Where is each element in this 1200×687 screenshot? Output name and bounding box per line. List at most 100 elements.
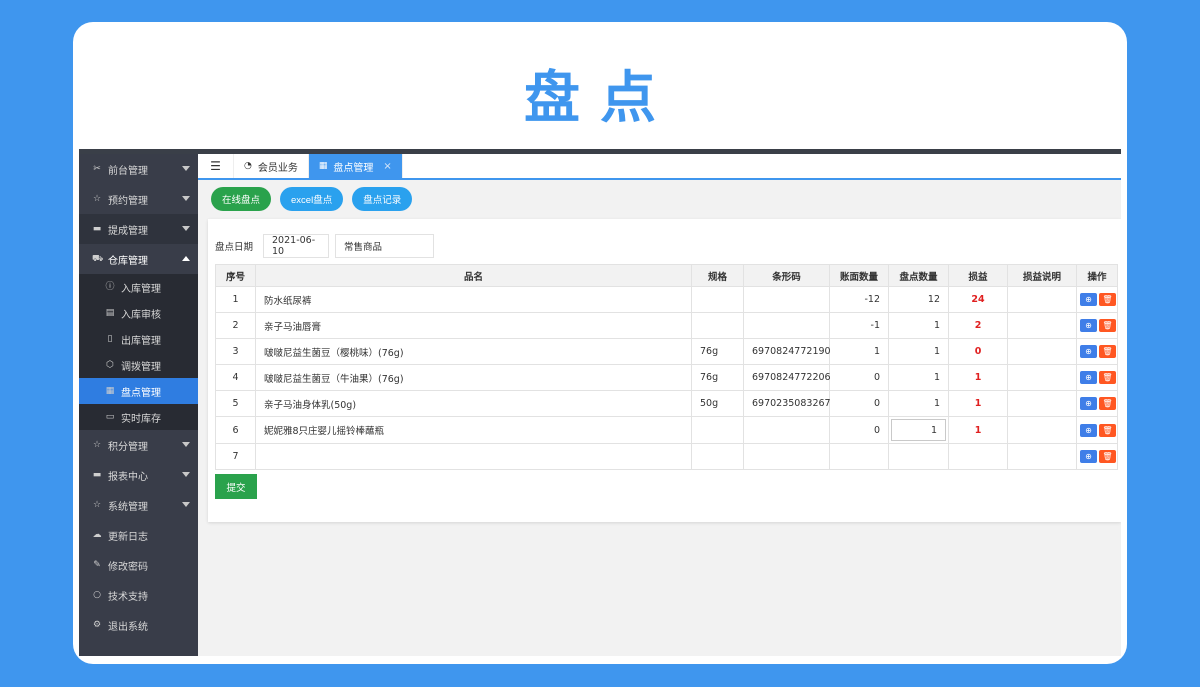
cell-count-qty[interactable]: 1: [888, 364, 949, 391]
add-row-icon[interactable]: ⊕: [1080, 319, 1097, 332]
document-icon: ▯: [107, 334, 113, 344]
add-row-icon[interactable]: ⊕: [1080, 423, 1097, 437]
cell-note[interactable]: [1007, 286, 1077, 313]
trash-icon[interactable]: 🗑: [1099, 450, 1116, 463]
cell-note[interactable]: [1007, 312, 1077, 339]
column-header: 损益: [948, 264, 1008, 287]
table-row: 5 亲子马油身体乳(50g) 50g 6970235083267 0 1 1 ⊕…: [215, 390, 1118, 417]
trash-icon[interactable]: 🗑: [1099, 319, 1116, 332]
sidebar-item-warehouse[interactable]: ⛟ 仓库管理: [79, 244, 198, 274]
cell-ops: ⊕ 🗑: [1076, 338, 1118, 365]
cell-diff: 1: [948, 416, 1008, 444]
cell-count-qty[interactable]: [888, 443, 949, 470]
online-count-button[interactable]: 在线盘点: [211, 187, 272, 211]
chevron-down-icon: [182, 226, 190, 231]
add-row-icon[interactable]: ⊕: [1080, 397, 1097, 410]
close-icon[interactable]: ×: [383, 161, 391, 172]
sidebar-item-changelog[interactable]: ☁ 更新日志: [79, 520, 198, 550]
chevron-down-icon: [182, 166, 190, 171]
add-row-icon[interactable]: ⊕: [1080, 450, 1097, 463]
sidebar-item-label: 出库管理: [121, 335, 161, 347]
excel-count-button[interactable]: excel盘点: [280, 187, 344, 211]
add-row-icon[interactable]: ⊕: [1080, 345, 1097, 358]
cell-ops: ⊕ 🗑: [1076, 390, 1118, 417]
trash-icon[interactable]: 🗑: [1099, 423, 1116, 437]
showcase-card: 盘点 ✂ 前台管理 ☆ 预约管理 ▬ 提成管理 ⛟ 仓库管理 ⓘ 入库管理 ▤ …: [73, 22, 1127, 664]
sidebar-item-label: 技术支持: [108, 591, 148, 603]
submit-button[interactable]: 提交: [215, 474, 257, 499]
cell-no: 7: [215, 443, 256, 470]
cell-count-qty[interactable]: 1: [888, 338, 949, 365]
trash-icon[interactable]: 🗑: [1099, 293, 1116, 306]
tab-member-business[interactable]: ◔ 会员业务: [234, 154, 309, 178]
cell-name[interactable]: [255, 443, 692, 470]
sidebar-item-logout[interactable]: ⚙ 退出系统: [79, 610, 198, 640]
tab-inventory-count[interactable]: ▦ 盘点管理 ×: [308, 154, 403, 178]
star-icon: ☆: [92, 440, 102, 450]
cell-diff: 0: [948, 338, 1008, 365]
count-qty-input[interactable]: 1: [891, 419, 946, 441]
cell-diff: 1: [948, 390, 1008, 417]
cell-name: 妮妮雅8只庄婴儿摇铃棒蘸瓶: [255, 416, 692, 444]
sidebar-item-realtime-stock[interactable]: ▭ 实时库存: [79, 404, 198, 430]
cell-barcode: [743, 443, 830, 470]
cell-book-qty: 0: [829, 390, 889, 417]
sidebar-item-appointment[interactable]: ☆ 预约管理: [79, 184, 198, 214]
sidebar-item-commission[interactable]: ▬ 提成管理: [79, 214, 198, 244]
card-icon: ▬: [92, 224, 102, 234]
sidebar-item-stock-out[interactable]: ▯ 出库管理: [79, 326, 198, 352]
chevron-down-icon: [182, 472, 190, 477]
trash-icon[interactable]: 🗑: [1099, 345, 1116, 358]
table-icon: ▦: [318, 161, 328, 171]
add-row-icon[interactable]: ⊕: [1080, 371, 1097, 384]
sidebar: ✂ 前台管理 ☆ 预约管理 ▬ 提成管理 ⛟ 仓库管理 ⓘ 入库管理 ▤ 入库审…: [79, 154, 198, 656]
cell-count-qty[interactable]: 12: [888, 286, 949, 313]
sidebar-item-stock-in[interactable]: ⓘ 入库管理: [79, 274, 198, 300]
cell-spec: 76g: [691, 364, 744, 391]
date-label: 盘点日期: [215, 242, 254, 253]
sidebar-item-points[interactable]: ☆ 积分管理: [79, 430, 198, 460]
sidebar-item-system[interactable]: ☆ 系统管理: [79, 490, 198, 520]
date-field[interactable]: 2021-06-10: [263, 234, 330, 258]
cell-note[interactable]: [1007, 338, 1077, 365]
menu-toggle-icon[interactable]: ☰: [198, 154, 234, 178]
info-icon: ⓘ: [105, 282, 115, 292]
hero-title: 盘点: [524, 66, 676, 131]
sidebar-item-label: 提成管理: [108, 225, 148, 237]
cell-barcode: [743, 312, 830, 339]
count-records-button[interactable]: 盘点记录: [352, 187, 413, 211]
sidebar-item-label: 积分管理: [108, 441, 148, 453]
table-row: 3 啵啵尼益生菌豆（樱桃味）(76g) 76g 6970824772190 1 …: [215, 338, 1118, 365]
sidebar-item-reports[interactable]: ▬ 报表中心: [79, 460, 198, 490]
column-header: 品名: [255, 264, 692, 287]
cell-note[interactable]: [1007, 364, 1077, 391]
sidebar-item-stock-in-review[interactable]: ▤ 入库审核: [79, 300, 198, 326]
cell-note[interactable]: [1007, 416, 1077, 444]
cell-spec: [691, 443, 744, 470]
star-icon: ☆: [92, 194, 102, 204]
category-field[interactable]: 常售商品: [335, 234, 435, 258]
add-row-icon[interactable]: ⊕: [1080, 293, 1097, 306]
cell-ops: ⊕ 🗑: [1076, 364, 1118, 391]
cell-ops: ⊕ 🗑: [1076, 443, 1118, 470]
sidebar-item-change-password[interactable]: ✎ 修改密码: [79, 550, 198, 580]
cell-note[interactable]: [1007, 443, 1077, 470]
cell-count-qty[interactable]: 1: [888, 390, 949, 417]
sidebar-item-support[interactable]: ○ 技术支持: [79, 580, 198, 610]
cell-no: 3: [215, 338, 256, 365]
column-header: 规格: [691, 264, 744, 287]
sidebar-item-label: 入库审核: [121, 309, 161, 321]
sidebar-item-label: 入库管理: [121, 283, 161, 295]
column-header: 条形码: [743, 264, 830, 287]
cube-icon: ⬡: [106, 360, 114, 370]
cell-no: 1: [215, 286, 256, 313]
app-window: ✂ 前台管理 ☆ 预约管理 ▬ 提成管理 ⛟ 仓库管理 ⓘ 入库管理 ▤ 入库审…: [79, 149, 1121, 656]
cell-note[interactable]: [1007, 390, 1077, 417]
sidebar-item-front-desk[interactable]: ✂ 前台管理: [79, 154, 198, 184]
cell-barcode: [743, 286, 830, 313]
cell-count-qty[interactable]: 1: [888, 312, 949, 339]
trash-icon[interactable]: 🗑: [1099, 371, 1116, 384]
sidebar-item-transfer[interactable]: ⬡ 调拨管理: [79, 352, 198, 378]
trash-icon[interactable]: 🗑: [1099, 397, 1116, 410]
sidebar-item-inventory-count[interactable]: ▦ 盘点管理: [79, 378, 198, 404]
